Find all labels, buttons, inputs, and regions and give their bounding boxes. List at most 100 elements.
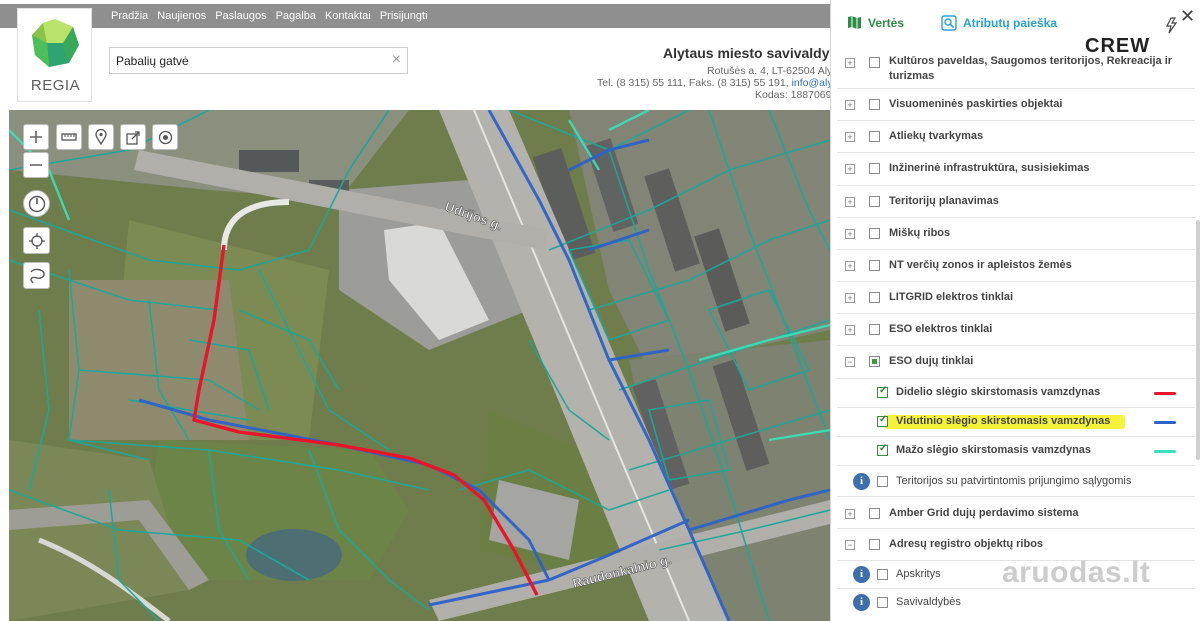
my-location-button[interactable]	[23, 227, 50, 254]
collapse-icon[interactable]: −	[845, 357, 855, 367]
close-panel-icon[interactable]: ✕	[1180, 6, 1195, 27]
regia-logo-text: REGIA	[30, 77, 81, 94]
layer-checkbox[interactable]	[869, 163, 880, 174]
organization-email-link[interactable]: info@alytus	[792, 77, 830, 89]
expand-icon[interactable]: +	[845, 197, 855, 207]
layer-item-municipalities[interactable]: i Savivaldybės	[837, 589, 1195, 617]
zoom-in-button[interactable]	[23, 124, 49, 150]
legend-line-cyan	[1154, 450, 1176, 453]
draw-area-button[interactable]	[23, 262, 50, 289]
layer-item-property-value-zones[interactable]: + NT verčių zonos ir apleistos žemės	[837, 250, 1195, 282]
share-button[interactable]	[120, 124, 146, 150]
layer-checkbox[interactable]	[869, 99, 880, 110]
layer-item-litgrid[interactable]: + LITGRID elektros tinklai	[837, 282, 1195, 314]
map-canvas[interactable]: Udrijos g. Raudonkalnio g.	[9, 110, 830, 621]
layer-item-forest-boundaries[interactable]: + Miškų ribos	[837, 218, 1195, 250]
layer-checkbox[interactable]	[869, 196, 880, 207]
layer-checkbox[interactable]	[869, 131, 880, 142]
layer-item-eso-electric[interactable]: + ESO elektros tinklai	[837, 314, 1195, 346]
layer-checkbox[interactable]	[869, 508, 880, 519]
layer-checkbox[interactable]	[869, 356, 880, 367]
layer-item-eso-gas[interactable]: − ESO dujų tinklai	[837, 346, 1195, 379]
layer-checkbox[interactable]	[869, 324, 880, 335]
collapse-icon[interactable]: −	[845, 540, 855, 550]
nav-link-news[interactable]: Naujienos	[157, 10, 206, 22]
layer-item-waste-management[interactable]: + Atliekų tvarkymas	[837, 121, 1195, 153]
organization-phone: Tel. (8 315) 55 111, Faks. (8 315) 55 19…	[597, 77, 830, 89]
layer-label: Vidutinio slėgio skirstomasis vamzdynas	[896, 415, 1111, 427]
layer-checkbox[interactable]	[877, 414, 888, 427]
layer-label: NT verčių zonos ir apleistos žemės	[889, 259, 1072, 271]
nav-link-contacts[interactable]: Kontaktai	[325, 10, 371, 22]
layer-item-public-objects[interactable]: + Visuomeninės paskirties objektai	[837, 89, 1195, 121]
lasso-icon	[29, 268, 45, 283]
layer-checkbox[interactable]	[877, 476, 888, 487]
measure-button[interactable]	[56, 124, 82, 150]
nav-link-services[interactable]: Paslaugos	[215, 10, 266, 22]
expand-icon[interactable]: +	[845, 164, 855, 174]
crosshair-icon	[28, 232, 45, 249]
expand-icon[interactable]: +	[845, 325, 855, 335]
layer-item-cultural-heritage[interactable]: + Kultūros paveldas, Saugomos teritorijo…	[837, 47, 1195, 89]
regia-logo[interactable]: REGIA	[17, 8, 92, 102]
address-search-input[interactable]	[110, 48, 380, 73]
layer-label: Amber Grid dujų perdavimo sistema	[889, 507, 1079, 519]
layer-item-infrastructure[interactable]: + Inžinerinė infrastruktūra, susisiekima…	[837, 153, 1195, 186]
layer-checkbox[interactable]	[877, 443, 888, 456]
layer-item-high-pressure-pipeline[interactable]: Didelio slėgio skirstomasis vamzdynas	[837, 379, 1195, 408]
expand-icon[interactable]: +	[845, 509, 855, 519]
layer-checkbox[interactable]	[869, 57, 880, 68]
tab-vertes[interactable]: Vertės	[847, 15, 904, 30]
expand-icon[interactable]: +	[845, 261, 855, 271]
attribute-search-icon	[941, 15, 957, 31]
layer-checkbox[interactable]	[869, 260, 880, 271]
layer-item-connection-conditions[interactable]: i Teritorijos su patvirtintomis prijungi…	[837, 466, 1195, 497]
layer-item-medium-pressure-pipeline[interactable]: Vidutinio slėgio skirstomasis vamzdynas	[837, 408, 1195, 437]
share-icon	[125, 130, 140, 145]
layer-checkbox[interactable]	[869, 292, 880, 303]
orthophoto-map: Udrijos g. Raudonkalnio g.	[9, 110, 830, 621]
expand-icon[interactable]: +	[845, 100, 855, 110]
layer-checkbox[interactable]	[869, 228, 880, 239]
expand-icon[interactable]: +	[845, 58, 855, 68]
organization-phone-text: Tel. (8 315) 55 111, Faks. (8 315) 55 19…	[597, 77, 789, 89]
layer-label: Visuomeninės paskirties objektai	[889, 98, 1063, 110]
info-icon[interactable]: i	[853, 594, 870, 611]
layer-panel-header: Vertės Atributų paieška CREW ✕	[831, 0, 1200, 57]
info-icon[interactable]: i	[853, 473, 870, 490]
layer-checkbox[interactable]	[877, 385, 888, 398]
info-icon[interactable]: i	[853, 566, 870, 583]
expand-icon[interactable]: +	[845, 293, 855, 303]
legend-line-blue	[1154, 421, 1176, 424]
nav-link-login[interactable]: Prisijungti	[380, 10, 428, 22]
layer-checkbox[interactable]	[877, 597, 888, 608]
layer-label: ESO elektros tinklai	[889, 323, 993, 335]
expand-icon[interactable]: +	[845, 132, 855, 142]
expand-icon[interactable]: +	[845, 229, 855, 239]
nav-link-help[interactable]: Pagalba	[276, 10, 316, 22]
layer-item-amber-grid[interactable]: + Amber Grid dujų perdavimo sistema	[837, 497, 1195, 529]
layer-checkbox[interactable]	[869, 539, 880, 550]
organization-code: Kodas: 18870693	[755, 89, 830, 101]
nav-link-home[interactable]: Pradžia	[111, 10, 148, 22]
map-pin-icon	[95, 129, 107, 145]
layer-checkbox[interactable]	[877, 569, 888, 580]
top-navigation-bar: Pradžia Naujienos Paslaugos Pagalba Kont…	[0, 4, 830, 28]
panel-scrollbar[interactable]	[1196, 220, 1200, 460]
layer-label: Savivaldybės	[896, 596, 961, 608]
layer-item-low-pressure-pipeline[interactable]: Mažo slėgio skirstomasis vamzdynas	[837, 437, 1195, 466]
locate-button[interactable]	[152, 124, 178, 150]
zoom-out-button[interactable]	[23, 152, 49, 178]
layer-panel: Vertės Atributų paieška CREW ✕ + Kultūro…	[830, 0, 1200, 621]
layer-label: Inžinerinė infrastruktūra, susisiekimas	[889, 162, 1090, 174]
clear-search-icon[interactable]: ×	[392, 51, 401, 69]
compass-button[interactable]	[23, 190, 50, 217]
layer-item-territorial-planning[interactable]: + Teritorijų planavimas	[837, 186, 1195, 218]
compass-icon	[28, 195, 45, 212]
layer-label: Didelio slėgio skirstomasis vamzdynas	[896, 386, 1101, 398]
tab-attribute-search[interactable]: Atributų paieška	[941, 15, 1057, 31]
ruler-icon	[61, 133, 77, 141]
tab-vertes-label: Vertės	[868, 15, 905, 30]
organization-address: Rotušės a. 4, LT-62504 Alytu	[707, 65, 830, 77]
place-marker-button[interactable]	[88, 124, 114, 150]
